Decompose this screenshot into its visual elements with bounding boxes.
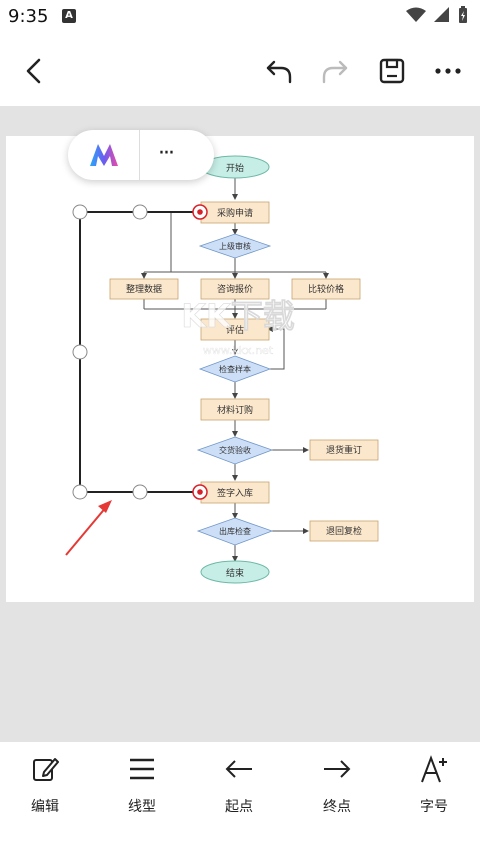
redo-icon[interactable] <box>320 56 350 86</box>
status-bar: 9:35 A <box>0 0 480 34</box>
connector-handle[interactable] <box>72 344 88 360</box>
watermark-url: www.kkx.net <box>203 344 274 357</box>
node-return-reorder-label: 退货重订 <box>326 444 362 456</box>
more-icon[interactable] <box>433 56 463 86</box>
node-material-order-label: 材料订购 <box>217 404 253 416</box>
connector-handle[interactable] <box>72 204 88 220</box>
status-icons <box>406 6 468 24</box>
node-outbound-check-label: 出库检查 <box>219 526 251 536</box>
node-branch-right-label: 比较价格 <box>308 283 344 295</box>
font-size-icon <box>421 755 447 783</box>
node-return-recheck-label: 退回复检 <box>326 525 362 537</box>
battery-icon <box>459 6 467 23</box>
node-start-label: 开始 <box>226 162 244 174</box>
edit-icon <box>33 758 59 781</box>
top-toolbar <box>0 34 480 106</box>
app-logo-icon[interactable] <box>88 142 120 168</box>
menu-separator <box>139 130 140 180</box>
selected-connector[interactable] <box>72 204 208 500</box>
signal-icon <box>434 7 449 22</box>
back-arrow-icon[interactable] <box>20 56 50 86</box>
connector-handle[interactable] <box>132 484 148 500</box>
tool-line-type[interactable]: 线型 <box>97 742 187 842</box>
node-branch-mid-label: 咨询报价 <box>217 283 253 295</box>
tool-edit[interactable]: 编辑 <box>0 742 90 842</box>
tool-font-size[interactable]: 字号 <box>389 742 479 842</box>
tool-start-point-label: 起点 <box>225 799 253 815</box>
status-time: 9:35 <box>8 6 49 27</box>
connector-handle[interactable] <box>72 484 88 500</box>
wifi-icon <box>406 7 426 22</box>
arrow-left-icon <box>225 760 252 778</box>
tool-end-point[interactable]: 终点 <box>292 742 382 842</box>
save-icon[interactable] <box>377 56 407 86</box>
watermark-text: KK下载 <box>181 297 295 335</box>
node-sign-stock-label: 签字入库 <box>217 487 253 499</box>
tool-start-point[interactable]: 起点 <box>194 742 284 842</box>
node-inspect-sample-label: 检查样本 <box>219 364 251 374</box>
tool-font-size-label: 字号 <box>420 799 448 815</box>
flowchart[interactable]: 开始 采购申请 上级审核 整理数据 咨询报价 比较价格 评估 检查样本 材料订购… <box>6 136 474 602</box>
annotation-arrow <box>65 500 112 556</box>
document-page[interactable]: 开始 采购申请 上级审核 整理数据 咨询报价 比较价格 评估 检查样本 材料订购… <box>6 136 474 602</box>
node-end-label: 结束 <box>226 567 244 579</box>
tool-edit-label: 编辑 <box>31 799 59 815</box>
undo-icon[interactable] <box>264 56 294 86</box>
node-purchase-request-label: 采购申请 <box>217 207 253 219</box>
tool-line-type-label: 线型 <box>128 799 156 815</box>
connector-handle[interactable] <box>132 204 148 220</box>
node-branch-left-label: 整理数据 <box>126 283 162 295</box>
arrow-right-icon <box>324 760 351 778</box>
bottom-toolbar: 编辑 线型 起点 终点 字号 <box>0 742 480 855</box>
tool-end-point-label: 终点 <box>323 799 351 815</box>
notification-icon: A <box>62 9 76 23</box>
floating-menu: ··· <box>68 130 214 180</box>
line-type-icon <box>130 758 154 780</box>
floating-more-button[interactable]: ··· <box>158 141 175 166</box>
node-delivery-check-label: 交货验收 <box>219 445 251 455</box>
node-approval-label: 上级审核 <box>219 241 251 251</box>
